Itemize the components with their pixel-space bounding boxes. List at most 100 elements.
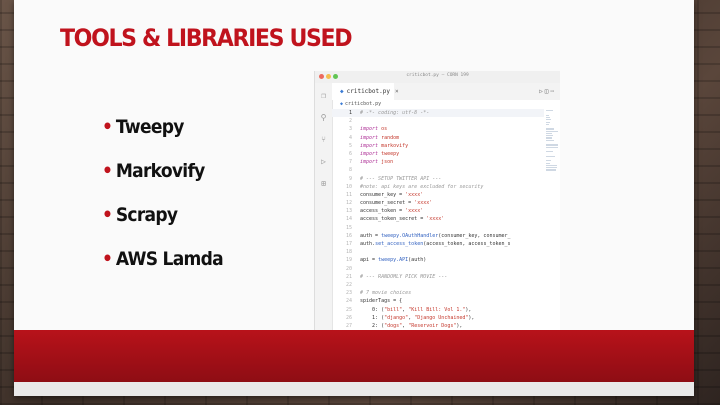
code-token: api = — [360, 257, 379, 264]
code-token: spiderTags = { — [360, 298, 403, 305]
more-icon[interactable]: ⋯ — [550, 88, 556, 95]
code-token: json — [378, 159, 394, 166]
line-number: 26 — [345, 314, 352, 321]
minimap[interactable] — [544, 109, 560, 189]
code-line[interactable]: 21 # --- RANDOMLY PICK MOVIE --- — [332, 273, 544, 281]
code-line[interactable]: 25 0: ("bill", "Kill Bill: Vol 1."), — [332, 306, 544, 314]
bullet-text: Markovify — [115, 160, 205, 182]
code-line[interactable]: 14 access_token_secret = 'xxxx' — [332, 215, 544, 223]
code-line[interactable]: 12 consumer_secret = 'xxxx' — [332, 199, 544, 207]
code-line[interactable]: 23 # 7 movie choices — [332, 289, 544, 297]
code-line[interactable]: 4 import random — [332, 134, 544, 142]
bullet-marker: • — [102, 248, 113, 270]
code-token: tweepy.API — [378, 257, 409, 264]
code-line[interactable]: 8 — [332, 166, 544, 174]
minimap-line — [546, 169, 557, 171]
tab-criticbot[interactable]: ◆ criticbot.py × — [332, 83, 399, 100]
line-number: 25 — [345, 306, 352, 313]
code-line[interactable]: 9 # --- SETUP TWITTER API --- — [332, 175, 544, 183]
code-token: "bill" — [384, 306, 403, 313]
code-token: auth. — [360, 241, 376, 247]
minimap-line — [546, 123, 550, 125]
line-number: 27 — [345, 322, 352, 329]
line-number: 6 — [348, 150, 352, 157]
code-token: (consumer_key, consumer_ — [438, 232, 511, 239]
code-token: # --- SETUP TWITTER API --- — [360, 175, 442, 182]
line-number: 16 — [345, 232, 352, 239]
code-token: "dogs" — [384, 322, 403, 329]
breadcrumb[interactable]: ◆ criticbot.py — [332, 100, 560, 109]
minimap-line — [546, 144, 558, 146]
code-token: import — [360, 126, 379, 133]
code-token: consumer_secret = — [360, 200, 415, 207]
bullet-text: Scrapy — [115, 204, 178, 226]
code-token: #note: api keys are excluded for securit… — [360, 183, 484, 190]
code-line[interactable]: 17 auth. set_access_token (access_token, ac… — [332, 240, 544, 248]
line-number: 10 — [345, 183, 352, 190]
source-control-icon[interactable]: ⑂ — [319, 135, 328, 144]
code-line[interactable]: 13 access_token = 'xxxx' — [332, 207, 544, 215]
line-number: 11 — [345, 191, 352, 198]
code-line[interactable]: 11 consumer_key = 'xxxx' — [332, 191, 544, 199]
code-token: import — [360, 134, 379, 141]
code-token: "Kill Bill: Vol 1." — [408, 306, 466, 313]
code-token: 2: ( — [360, 322, 385, 329]
line-number: 19 — [345, 257, 352, 264]
code-line[interactable]: 1 # -*- coding: utf-8 -*- — [332, 109, 544, 118]
line-number: 22 — [345, 281, 352, 288]
line-number: 4 — [348, 134, 352, 141]
code-line[interactable]: 24 spiderTags = { — [332, 297, 544, 305]
code-token: random — [378, 134, 400, 141]
line-number: 12 — [345, 200, 352, 207]
close-tab-icon[interactable]: × — [395, 88, 399, 95]
search-icon[interactable]: ⚲ — [319, 113, 328, 122]
code-line[interactable]: 3 import os — [332, 125, 544, 133]
minimap-line — [546, 160, 552, 162]
code-line[interactable]: 10 #note: api keys are excluded for secur… — [332, 183, 544, 191]
bullet-item: • Markovify — [102, 158, 223, 202]
code-token: 1: ( — [360, 314, 385, 321]
code-line[interactable]: 5 import markovify — [332, 142, 544, 150]
files-icon[interactable]: ❐ — [319, 91, 328, 100]
debug-icon[interactable]: ▷ — [319, 157, 328, 166]
line-number: 13 — [345, 208, 352, 215]
bullet-item: • AWS Lamda — [102, 246, 224, 290]
code-line[interactable]: 6 import tweepy — [332, 150, 544, 158]
minimap-line — [546, 135, 554, 137]
code-line[interactable]: 15 — [332, 224, 544, 232]
line-number: 1 — [348, 110, 352, 116]
line-number: 17 — [345, 241, 352, 247]
code-line[interactable]: 20 — [332, 265, 544, 273]
code-line[interactable]: 7 import json — [332, 158, 544, 166]
code-line[interactable]: 16 auth = tweepy.OAuthHandler (consumer_ke… — [332, 232, 544, 240]
breadcrumb-file: criticbot.py — [345, 101, 382, 107]
code-line[interactable]: 27 2: ("dogs", "Reservoir Dogs"), — [332, 322, 544, 330]
minimap-line — [546, 110, 553, 112]
line-number: 15 — [345, 224, 352, 231]
minimap-line — [546, 146, 558, 148]
python-file-icon: ◆ — [340, 88, 344, 95]
line-number: 5 — [348, 142, 352, 149]
code-line[interactable]: 26 1: ("django", "Django Unchained"), — [332, 314, 544, 322]
code-token: set_access_token — [375, 241, 424, 247]
code-line[interactable]: 18 — [332, 248, 544, 256]
minimap-line — [546, 128, 555, 130]
code-line[interactable]: 2 — [332, 117, 544, 125]
code-area[interactable]: 1 # -*- coding: utf-8 -*- 2 3 import os 4 impo… — [332, 109, 544, 330]
python-file-icon: ◆ — [340, 101, 344, 107]
code-token: auth = — [360, 232, 382, 239]
bullet-list: • Tweepy • Markovify • Scrapy • AWS Lamda — [102, 114, 236, 290]
extensions-icon[interactable]: ⊞ — [319, 179, 328, 188]
code-line[interactable]: 19 api = tweepy.API (auth) — [332, 256, 544, 264]
code-token: ), — [465, 306, 472, 313]
activity-bar: ❐ ⚲ ⑂ ▷ ⊞ — [315, 83, 333, 330]
minimap-line — [546, 119, 551, 121]
tab-bar: ◆ criticbot.py × ▷◫⋯ — [332, 83, 560, 100]
code-token: (auth) — [408, 257, 427, 264]
code-token: 'xxxx' — [426, 216, 445, 223]
code-line[interactable]: 22 — [332, 281, 544, 289]
code-token: 0: ( — [360, 306, 385, 313]
code-token: 'xxxx' — [405, 208, 424, 215]
bullet-item: • Scrapy — [102, 202, 223, 246]
window-title: criticbot.py — CORN 199 — [406, 73, 469, 78]
